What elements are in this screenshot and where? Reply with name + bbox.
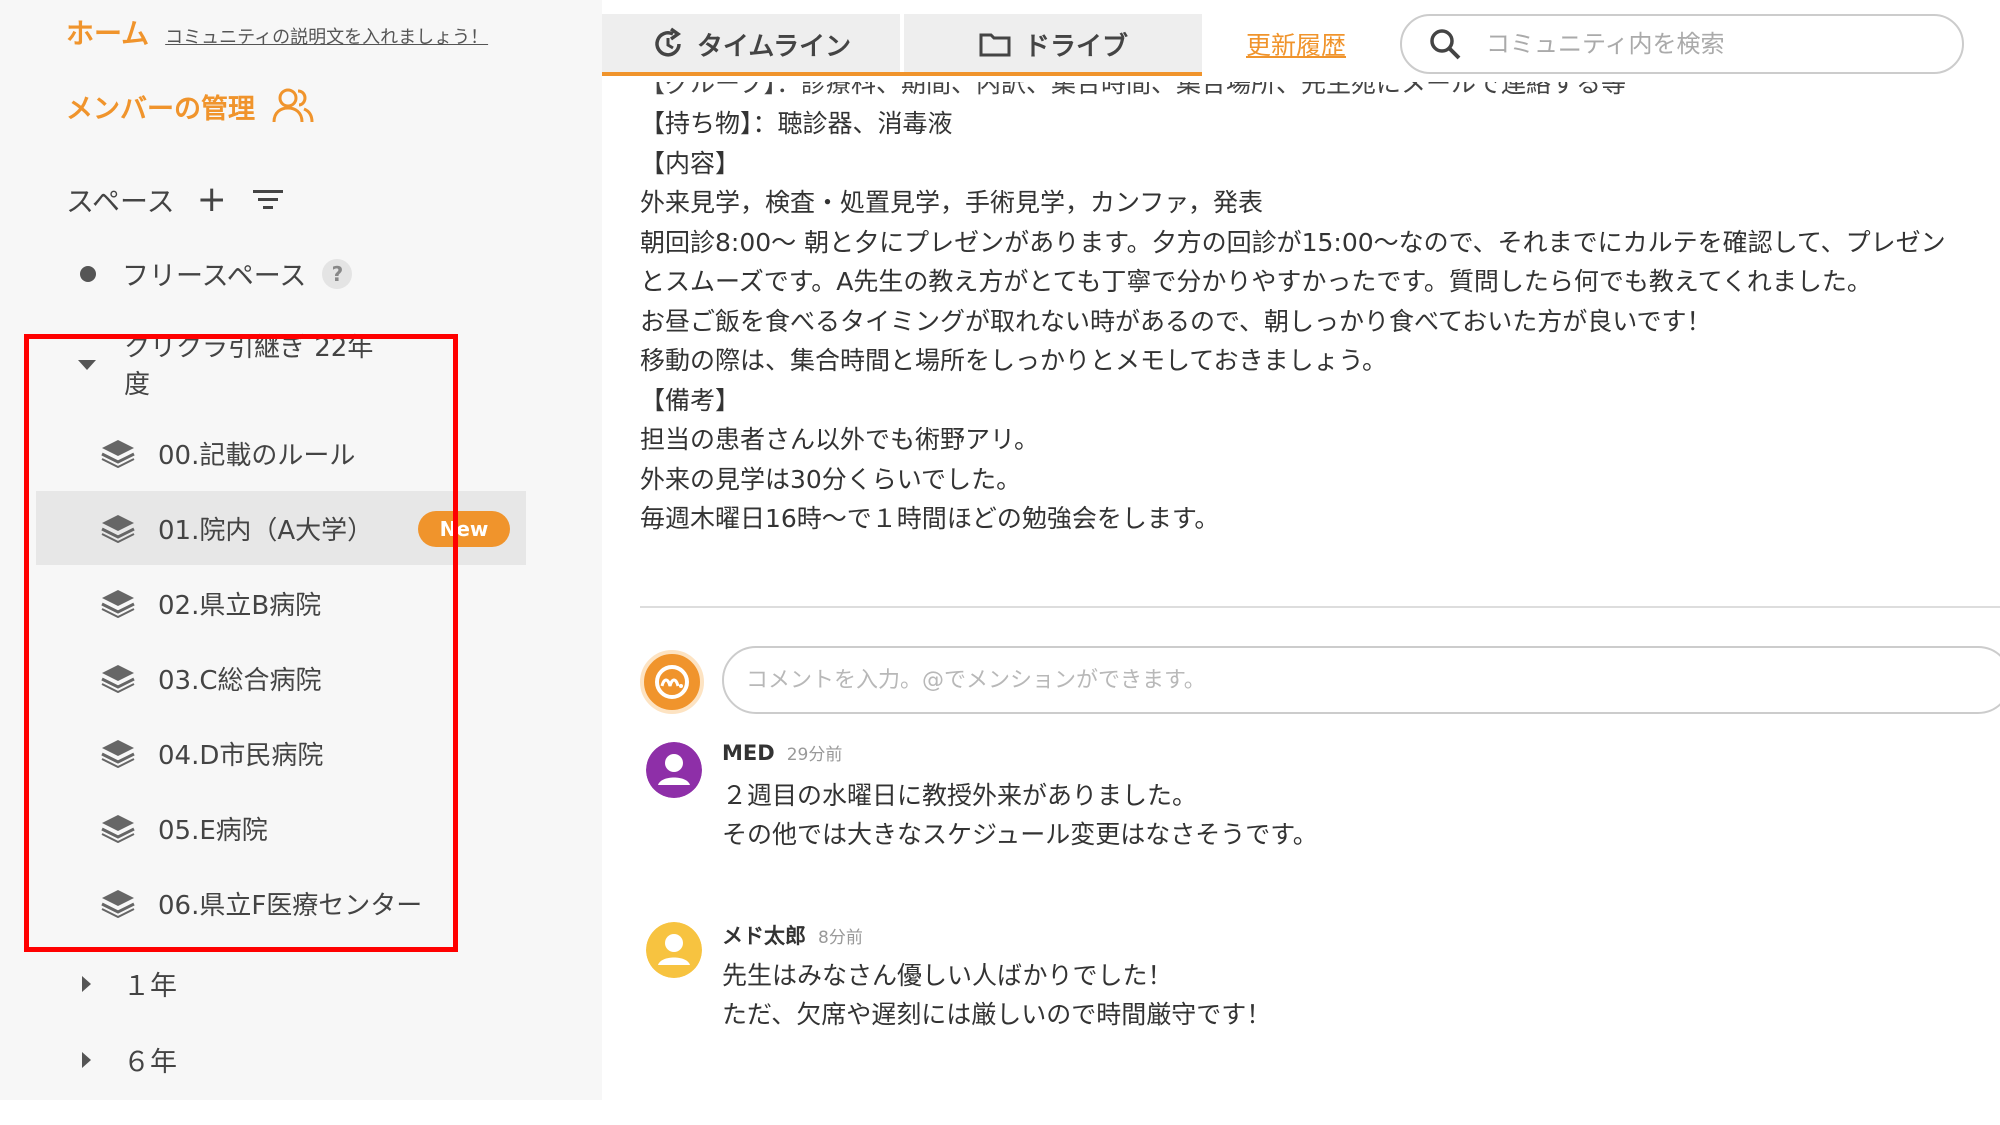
- comment-author-name: MED: [722, 741, 775, 765]
- post-body: 【グループ】：診療科、期間、内訳、集合時間、集合場所、先生宛にメールで連絡する等…: [640, 82, 2000, 542]
- free-space-label: フリースペース: [122, 261, 307, 292]
- post-line: 毎週木曜日16時～で１時間ほどの勉強会をします。: [640, 504, 1220, 533]
- space-label: 04.D市民病院: [158, 740, 324, 771]
- sidebar-item-space[interactable]: 00.記載のルール: [36, 416, 526, 490]
- space-label: 03.C総合病院: [158, 665, 322, 696]
- caret-right-icon: [82, 1051, 91, 1068]
- folder-icon: [979, 33, 1011, 57]
- space-label: 01.院内（A大学）: [158, 515, 374, 546]
- community-description-link[interactable]: コミュニティの説明文を入れましょう！: [165, 23, 488, 49]
- update-history-link[interactable]: 更新履歴: [1246, 26, 1346, 62]
- layers-icon: [101, 515, 135, 543]
- sidebar-item-space[interactable]: 05.E病院: [36, 791, 526, 865]
- space-group-label: ６年: [123, 1047, 177, 1078]
- divider: [640, 606, 2000, 608]
- comment-text-line: 先生はみなさん優しい人ばかりでした！: [722, 961, 1173, 990]
- post-line: 【持ち物】：聴診器、消毒液: [640, 109, 953, 138]
- manage-members-label: メンバーの管理: [66, 93, 255, 125]
- space-group-label: １年: [123, 971, 177, 1002]
- layers-icon: [101, 815, 135, 843]
- help-icon[interactable]: ?: [322, 258, 353, 289]
- comment-text-line: ただ、欠席や遅刻には厳しいので時間厳守です！: [722, 1000, 1272, 1029]
- space-label: 05.E病院: [158, 815, 268, 846]
- space-label: 02.県立B病院: [158, 590, 322, 621]
- tab-timeline[interactable]: タイムライン: [602, 14, 900, 74]
- layers-icon: [101, 440, 135, 468]
- comment-text-line: ２週目の水曜日に教授外来がありました。: [722, 781, 1198, 810]
- post-line: 担当の患者さん以外でも術野アリ。: [640, 425, 1040, 454]
- post-lines: 【持ち物】：聴診器、消毒液 【内容】 外来見学，検査・処置見学，手術見学，カンフ…: [640, 104, 1946, 539]
- space-group-collapsed[interactable]: ６年: [82, 1040, 177, 1079]
- post-line: 移動の際は、集合時間と場所をしっかりとメモしておきましょう。: [640, 346, 1388, 375]
- filter-icon[interactable]: [252, 188, 283, 212]
- home-link[interactable]: ホーム: [66, 12, 149, 52]
- comment-input-box[interactable]: [722, 646, 2000, 714]
- spaces-label: スペース: [66, 185, 175, 218]
- sidebar-item-space[interactable]: 04.D市民病院: [36, 716, 526, 790]
- new-badge: New: [418, 511, 510, 547]
- search-box[interactable]: [1400, 14, 1964, 74]
- caret-down-icon: [78, 360, 96, 370]
- comment-input[interactable]: [746, 667, 1946, 693]
- comment-author: MED 29分前: [722, 740, 842, 765]
- sidebar-item-space[interactable]: 02.県立B病院: [36, 566, 526, 640]
- layers-icon: [101, 665, 135, 693]
- bullet-icon: [80, 265, 96, 282]
- comment-item: MED 29分前 ２週目の水曜日に教授外来がありました。 その他では大きなスケジュ…: [646, 740, 1986, 860]
- post-line: とスムーズです。A先生の教え方がとても丁寧で分かりやすかったです。質問したら何で…: [640, 267, 1872, 296]
- tab-drive-label: ドライブ: [1023, 31, 1128, 62]
- add-space-icon[interactable]: +: [197, 182, 227, 218]
- sidebar-item-space-selected[interactable]: 01.院内（A大学） New: [36, 491, 526, 565]
- comment-author: メド太郎 8分前: [722, 920, 863, 950]
- comment-time: 29分前: [786, 745, 843, 765]
- my-avatar: [640, 650, 704, 714]
- space-label: 00.記載のルール: [158, 440, 356, 471]
- user-avatar-icon: [646, 922, 702, 978]
- comment-time: 8分前: [818, 928, 863, 948]
- tab-bar: タイムライン ドライブ: [602, 14, 1202, 76]
- tab-timeline-label: タイムライン: [696, 31, 852, 62]
- post-line-partial: 【グループ】：診療科、期間、内訳、集合時間、集合場所、先生宛にメールで連絡する等: [640, 82, 1627, 98]
- post-line: 外来見学，検査・処置見学，手術見学，カンファ，発表: [640, 188, 1264, 217]
- post-line: 外来の見学は30分くらいでした。: [640, 464, 1022, 494]
- spaces-header: スペース +: [66, 180, 283, 220]
- space-group-collapsed[interactable]: １年: [82, 964, 177, 1003]
- home-row: ホーム コミュニティの説明文を入れましょう！: [66, 12, 488, 52]
- space-label: 06.県立F医療センター: [158, 890, 423, 921]
- sidebar-item-free-space[interactable]: フリースペース ?: [80, 254, 353, 293]
- comment-text-line: その他では大きなスケジュール変更はなさそうです。: [722, 820, 1318, 849]
- members-icon: [272, 88, 314, 123]
- space-group-header[interactable]: クリクラ引継ぎ 22年度: [78, 330, 398, 404]
- sidebar-item-space[interactable]: 03.C総合病院: [36, 641, 526, 715]
- tab-underline: [602, 72, 1202, 76]
- caret-right-icon: [82, 975, 91, 992]
- user-avatar-icon: [646, 742, 702, 798]
- sidebar-item-space[interactable]: 06.県立F医療センター: [36, 866, 526, 940]
- tab-drive[interactable]: ドライブ: [904, 14, 1202, 74]
- sidebar: ホーム コミュニティの説明文を入れましょう！ メンバーの管理 スペース + フリ…: [0, 0, 602, 1100]
- layers-icon: [101, 590, 135, 618]
- post-line: 朝回診8:00～ 朝と夕にプレゼンがあります。夕方の回診が15:00～なので、そ…: [640, 227, 1946, 257]
- comment-author-name: メド太郎: [722, 924, 806, 948]
- space-group-label: クリクラ引継ぎ 22年度: [124, 333, 374, 400]
- layers-icon: [101, 890, 135, 918]
- layers-icon: [101, 740, 135, 768]
- search-icon: [1430, 29, 1461, 60]
- post-line: お昼ご飯を食べるタイミングが取れない時があるので、朝しっかり食べておいた方が良い…: [640, 306, 1712, 336]
- manage-members-link[interactable]: メンバーの管理: [66, 86, 315, 126]
- comment-item: メド太郎 8分前 先生はみなさん優しい人ばかりでした！ ただ、欠席や遅刻には厳しい…: [646, 920, 1986, 1040]
- logo-icon: [655, 665, 689, 699]
- post-line: 【備考】: [640, 385, 741, 415]
- refresh-icon: [655, 27, 681, 57]
- post-line: 【内容】: [640, 148, 741, 178]
- search-input[interactable]: [1486, 30, 1926, 58]
